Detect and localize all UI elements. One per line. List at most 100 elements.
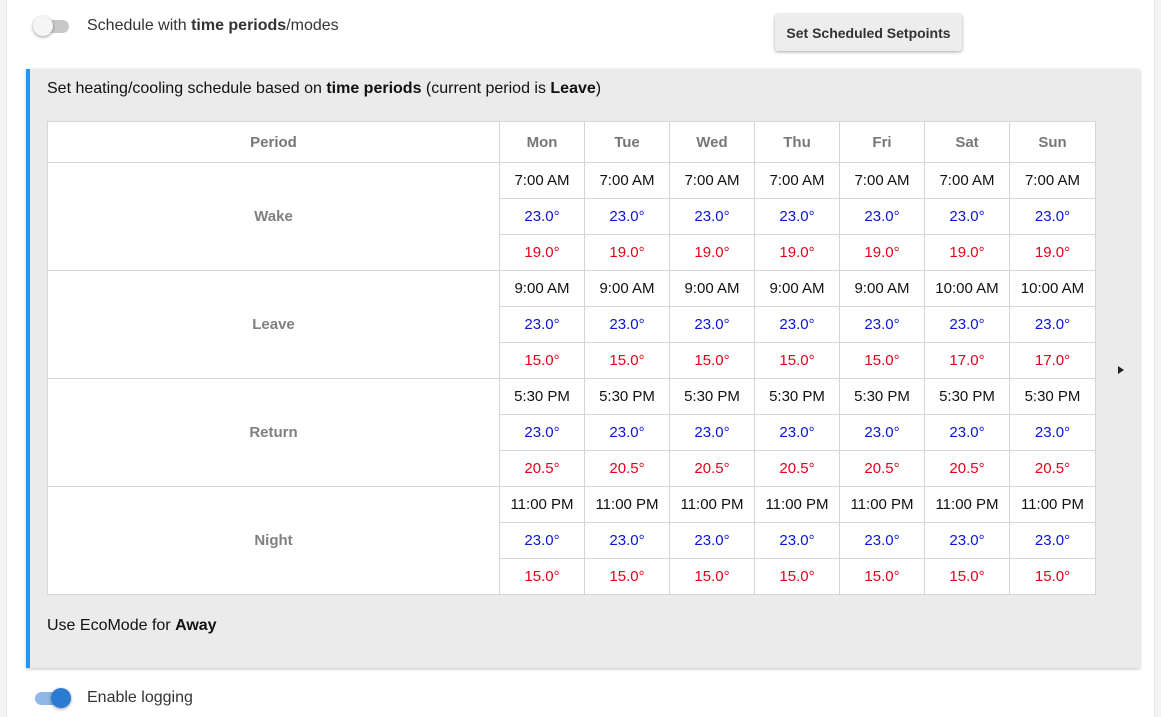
time-cell[interactable]: 5:30 PM (499, 378, 585, 415)
time-cell[interactable]: 9:00 AM (584, 270, 670, 307)
heat-setpoint-cell[interactable]: 20.5° (924, 450, 1010, 487)
cool-setpoint-cell[interactable]: 23.0° (499, 306, 585, 343)
heat-setpoint-cell[interactable]: 15.0° (584, 558, 670, 595)
cool-setpoint-cell[interactable]: 23.0° (669, 522, 755, 559)
cool-setpoint-cell[interactable]: 23.0° (584, 198, 670, 235)
time-cell[interactable]: 9:00 AM (839, 270, 925, 307)
time-cell[interactable]: 9:00 AM (669, 270, 755, 307)
heat-setpoint-cell[interactable]: 15.0° (1009, 558, 1096, 595)
table-row: Wake 7:00 AM 7:00 AM 7:00 AM 7:00 AM 7:00 AM 7… (47, 162, 1096, 271)
cool-setpoint-cell[interactable]: 23.0° (1009, 306, 1096, 343)
heat-setpoint-cell[interactable]: 20.5° (754, 450, 840, 487)
schedule-periods-toggle[interactable] (33, 16, 71, 36)
heat-setpoint-cell[interactable]: 17.0° (924, 342, 1010, 379)
time-cell[interactable]: 9:00 AM (499, 270, 585, 307)
cool-setpoint-cell[interactable]: 23.0° (754, 522, 840, 559)
heat-setpoint-cell[interactable]: 19.0° (1009, 234, 1096, 271)
cool-setpoint-cell[interactable]: 23.0° (924, 414, 1010, 451)
heat-setpoint-cell[interactable]: 15.0° (839, 558, 925, 595)
day-column-header: Fri (839, 121, 925, 163)
heat-setpoint-cell[interactable]: 19.0° (839, 234, 925, 271)
cool-setpoint-cell[interactable]: 23.0° (924, 306, 1010, 343)
cool-setpoint-cell[interactable]: 23.0° (754, 414, 840, 451)
cool-setpoint-cell[interactable]: 23.0° (499, 414, 585, 451)
heat-setpoint-cell[interactable]: 19.0° (669, 234, 755, 271)
heat-setpoint-cell[interactable]: 15.0° (924, 558, 1010, 595)
time-cell[interactable]: 10:00 AM (1009, 270, 1096, 307)
time-cell[interactable]: 11:00 PM (839, 486, 925, 523)
time-cell[interactable]: 7:00 AM (499, 162, 585, 199)
table-header-row: Period Mon Tue Wed Thu Fri Sat Sun (47, 121, 1096, 163)
cool-setpoint-cell[interactable]: 23.0° (839, 522, 925, 559)
period-name: Return (47, 378, 500, 487)
time-cell[interactable]: 5:30 PM (669, 378, 755, 415)
cool-setpoint-cell[interactable]: 23.0° (924, 198, 1010, 235)
cool-setpoint-cell[interactable]: 23.0° (839, 306, 925, 343)
heat-setpoint-cell[interactable]: 20.5° (669, 450, 755, 487)
heat-setpoint-cell[interactable]: 15.0° (839, 342, 925, 379)
cool-setpoint-cell[interactable]: 23.0° (584, 306, 670, 343)
heat-setpoint-cell[interactable]: 20.5° (1009, 450, 1096, 487)
time-cell[interactable]: 5:30 PM (1009, 378, 1096, 415)
heat-setpoint-cell[interactable]: 15.0° (499, 558, 585, 595)
heat-setpoint-cell[interactable]: 19.0° (499, 234, 585, 271)
time-cell[interactable]: 11:00 PM (1009, 486, 1096, 523)
cool-setpoint-cell[interactable]: 23.0° (499, 522, 585, 559)
logging-toggle-row: Enable logging (33, 688, 193, 708)
heat-setpoint-cell[interactable]: 19.0° (754, 234, 840, 271)
cool-setpoint-cell[interactable]: 23.0° (839, 198, 925, 235)
cool-setpoint-cell[interactable]: 23.0° (1009, 198, 1096, 235)
heat-setpoint-cell[interactable]: 17.0° (1009, 342, 1096, 379)
cool-setpoint-cell[interactable]: 23.0° (754, 306, 840, 343)
day-column-header: Mon (499, 121, 585, 163)
set-scheduled-setpoints-button[interactable]: Set Scheduled Setpoints (775, 14, 962, 51)
cool-setpoint-cell[interactable]: 23.0° (584, 522, 670, 559)
time-cell[interactable]: 11:00 PM (584, 486, 670, 523)
time-cell[interactable]: 7:00 AM (669, 162, 755, 199)
cool-setpoint-cell[interactable]: 23.0° (584, 414, 670, 451)
heat-setpoint-cell[interactable]: 20.5° (839, 450, 925, 487)
time-cell[interactable]: 11:00 PM (499, 486, 585, 523)
cool-setpoint-cell[interactable]: 23.0° (924, 522, 1010, 559)
period-name: Night (47, 486, 500, 595)
cool-setpoint-cell[interactable]: 23.0° (669, 306, 755, 343)
heat-setpoint-cell[interactable]: 20.5° (499, 450, 585, 487)
cool-setpoint-cell[interactable]: 23.0° (1009, 414, 1096, 451)
time-cell[interactable]: 5:30 PM (584, 378, 670, 415)
schedule-table: Period Mon Tue Wed Thu Fri Sat Sun Wake 7:00 AM… (47, 121, 1096, 595)
time-cell[interactable]: 5:30 PM (839, 378, 925, 415)
cool-setpoint-cell[interactable]: 23.0° (1009, 522, 1096, 559)
time-cell[interactable]: 11:00 PM (924, 486, 1010, 523)
heat-setpoint-cell[interactable]: 19.0° (924, 234, 1010, 271)
time-cell[interactable]: 7:00 AM (584, 162, 670, 199)
time-cell[interactable]: 7:00 AM (1009, 162, 1096, 199)
time-cell[interactable]: 7:00 AM (839, 162, 925, 199)
time-cell[interactable]: 10:00 AM (924, 270, 1010, 307)
heat-setpoint-cell[interactable]: 15.0° (499, 342, 585, 379)
heat-setpoint-cell[interactable]: 15.0° (754, 558, 840, 595)
schedule-toggle-label: Schedule with time periods/modes (87, 17, 339, 34)
period-name: Wake (47, 162, 500, 271)
heat-setpoint-cell[interactable]: 20.5° (584, 450, 670, 487)
cool-setpoint-cell[interactable]: 23.0° (669, 414, 755, 451)
cool-setpoint-cell[interactable]: 23.0° (839, 414, 925, 451)
heat-setpoint-cell[interactable]: 15.0° (669, 558, 755, 595)
play-right-icon[interactable] (1118, 366, 1124, 374)
cool-setpoint-cell[interactable]: 23.0° (754, 198, 840, 235)
time-cell[interactable]: 11:00 PM (669, 486, 755, 523)
time-cell[interactable]: 7:00 AM (924, 162, 1010, 199)
page: Schedule with time periods/modes Set Sch… (6, 0, 1155, 717)
enable-logging-toggle[interactable] (33, 688, 71, 708)
time-cell[interactable]: 11:00 PM (754, 486, 840, 523)
time-cell[interactable]: 5:30 PM (924, 378, 1010, 415)
day-column-header: Sun (1009, 121, 1096, 163)
cool-setpoint-cell[interactable]: 23.0° (499, 198, 585, 235)
heat-setpoint-cell[interactable]: 19.0° (584, 234, 670, 271)
time-cell[interactable]: 5:30 PM (754, 378, 840, 415)
time-cell[interactable]: 7:00 AM (754, 162, 840, 199)
heat-setpoint-cell[interactable]: 15.0° (669, 342, 755, 379)
heat-setpoint-cell[interactable]: 15.0° (584, 342, 670, 379)
time-cell[interactable]: 9:00 AM (754, 270, 840, 307)
cool-setpoint-cell[interactable]: 23.0° (669, 198, 755, 235)
heat-setpoint-cell[interactable]: 15.0° (754, 342, 840, 379)
